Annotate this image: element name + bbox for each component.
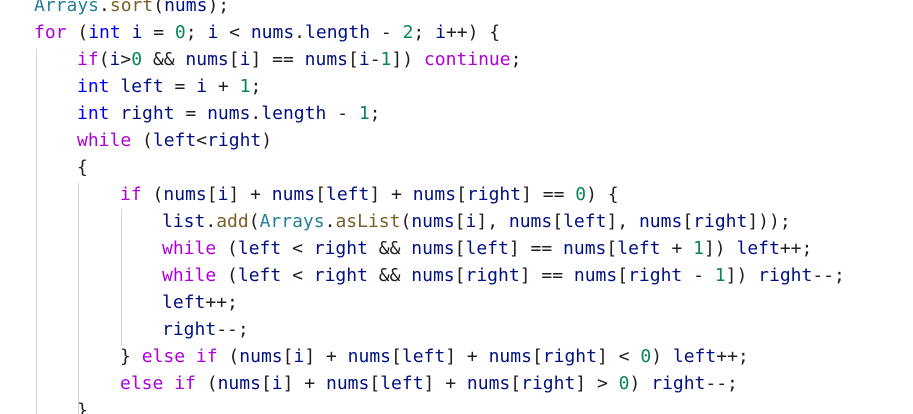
code-line[interactable]: int left = i + 1; xyxy=(77,73,261,100)
code-editor[interactable]: Arrays.sort(nums); for (int i = 0; i < n… xyxy=(0,0,913,414)
indent-guide xyxy=(121,209,122,346)
indent-guide xyxy=(78,183,79,414)
code-line[interactable]: while (left<right) xyxy=(77,127,272,154)
code-line[interactable]: left++; xyxy=(162,289,238,316)
code-line[interactable]: right--; xyxy=(162,316,249,343)
code-line[interactable]: for (int i = 0; i < nums.length - 2; i++… xyxy=(34,19,500,46)
code-line[interactable]: else if (nums[i] + nums[left] + nums[rig… xyxy=(120,370,738,397)
code-line[interactable]: if(i>0 && nums[i] == nums[i-1]) continue… xyxy=(77,46,521,73)
code-line[interactable]: if (nums[i] + nums[left] + nums[right] =… xyxy=(120,181,619,208)
code-line[interactable]: } else if (nums[i] + nums[left] + nums[r… xyxy=(120,343,749,370)
indent-guide xyxy=(36,49,37,414)
code-line[interactable]: while (left < right && nums[right] == nu… xyxy=(162,262,845,289)
code-line[interactable]: int right = nums.length - 1; xyxy=(77,100,381,127)
code-line[interactable]: list.add(Arrays.asList(nums[i], nums[lef… xyxy=(162,208,791,235)
code-line[interactable]: } xyxy=(77,397,88,414)
code-line[interactable]: { xyxy=(77,154,88,181)
code-line[interactable]: while (left < right && nums[left] == num… xyxy=(162,235,812,262)
code-line[interactable]: Arrays.sort(nums); xyxy=(34,0,229,19)
